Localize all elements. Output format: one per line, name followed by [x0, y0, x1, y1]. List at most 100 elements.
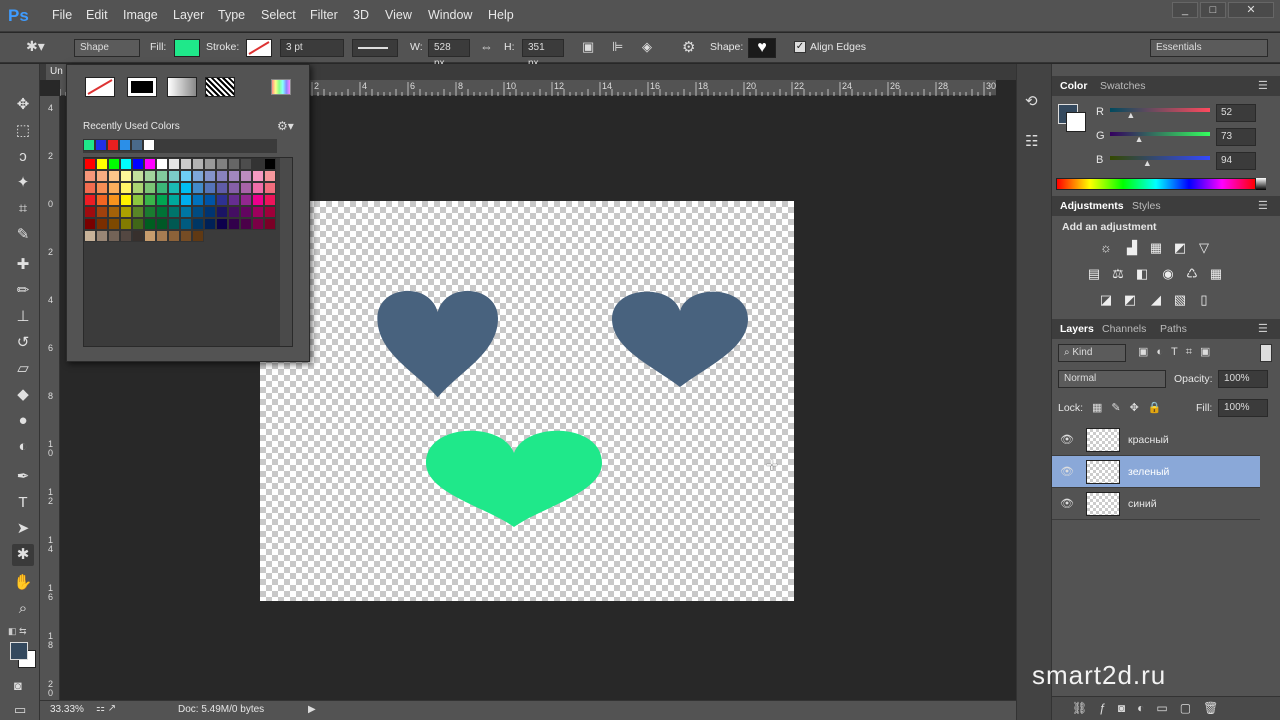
stroke-swatch[interactable]	[246, 39, 272, 57]
swatch-cell[interactable]	[108, 194, 120, 206]
swatch-cell[interactable]	[132, 158, 144, 170]
swatch-cell[interactable]	[108, 182, 120, 194]
width-field[interactable]: 528 px	[428, 39, 470, 69]
gradient-map-icon[interactable]: ▧	[1172, 292, 1188, 308]
move-tool-icon[interactable]: ✥	[12, 94, 34, 116]
swatch-cell[interactable]	[156, 170, 168, 182]
crop-tool-icon[interactable]: ⌗	[12, 198, 34, 220]
layer-filter-kind[interactable]: ⌕ Kind	[1058, 344, 1126, 362]
black-white-icon[interactable]: ◧	[1134, 266, 1150, 282]
vibrance-icon[interactable]: ▽	[1196, 240, 1212, 256]
paint-bucket-tool-icon[interactable]: ◆	[12, 384, 34, 406]
swatch-cell[interactable]	[204, 218, 216, 230]
opacity-field[interactable]: 100%	[1218, 370, 1268, 388]
swatch-cell[interactable]	[216, 182, 228, 194]
panel-menu-icon[interactable]: ☰	[1258, 322, 1268, 335]
swatch-cell[interactable]	[228, 194, 240, 206]
swatch-cell[interactable]	[168, 170, 180, 182]
align-edges-checkbox[interactable]: ✓	[794, 41, 806, 53]
swatch-cell[interactable]	[240, 194, 252, 206]
heart-shape-left[interactable]	[377, 290, 498, 398]
b-value[interactable]: 94	[1216, 152, 1256, 170]
swatch-cell[interactable]	[84, 170, 96, 182]
swatch-cell[interactable]	[204, 206, 216, 218]
color-balance-icon[interactable]: ⚖	[1110, 266, 1126, 282]
swatch-cell[interactable]	[264, 194, 276, 206]
swatch-cell[interactable]	[156, 158, 168, 170]
swatch-cell[interactable]	[156, 182, 168, 194]
levels-icon[interactable]: ▟	[1124, 240, 1140, 256]
swatch-cell[interactable]	[84, 158, 96, 170]
swatch-cell[interactable]	[132, 206, 144, 218]
eye-icon[interactable]: 👁	[1060, 433, 1074, 447]
swatch-cell[interactable]	[228, 218, 240, 230]
swatch-cell[interactable]	[240, 170, 252, 182]
foreground-color-swatch[interactable]	[10, 642, 28, 660]
gradient-button[interactable]	[167, 77, 197, 97]
swatch-cell[interactable]	[180, 182, 192, 194]
blend-mode-select[interactable]: Normal	[1058, 370, 1166, 388]
eye-icon[interactable]: 👁	[1060, 465, 1074, 479]
swatch-cell[interactable]	[108, 170, 120, 182]
swatch-cell[interactable]	[132, 230, 144, 242]
r-value[interactable]: 52	[1216, 104, 1256, 122]
heart-shape-green[interactable]	[426, 430, 602, 527]
r-slider[interactable]	[1110, 108, 1210, 112]
curves-icon[interactable]: ▦	[1148, 240, 1164, 256]
swatch-cell[interactable]	[96, 218, 108, 230]
swatch-cell[interactable]	[192, 194, 204, 206]
minimize-button[interactable]: _	[1172, 2, 1198, 18]
layer-row[interactable]: 👁 синий	[1052, 488, 1260, 520]
swatch-cell[interactable]	[108, 218, 120, 230]
swatch-cell[interactable]	[120, 206, 132, 218]
default-colors-icon[interactable]: ◧ ⇆	[8, 626, 27, 637]
swatch-cell[interactable]	[144, 218, 156, 230]
lock-icons[interactable]: ▦✎✥🔒	[1092, 401, 1171, 414]
swatch-cell[interactable]	[132, 170, 144, 182]
swatch-cell[interactable]	[132, 182, 144, 194]
swatch-cell[interactable]	[240, 158, 252, 170]
swatch-cell[interactable]	[240, 218, 252, 230]
r-slider-thumb[interactable]: ▲	[1126, 110, 1135, 120]
tab-channels[interactable]: Channels	[1102, 323, 1146, 335]
swatch-cell[interactable]	[120, 158, 132, 170]
swatch-cell[interactable]	[120, 170, 132, 182]
swatch-cell[interactable]	[228, 182, 240, 194]
swatch-cell[interactable]	[192, 158, 204, 170]
swatch-cell[interactable]	[216, 158, 228, 170]
swatch-cell[interactable]	[252, 158, 264, 170]
threshold-icon[interactable]: ◢	[1148, 292, 1164, 308]
recent-color-swatch[interactable]	[131, 139, 143, 151]
swatch-cell[interactable]	[144, 194, 156, 206]
swatch-cell[interactable]	[156, 194, 168, 206]
color-bg-swatch[interactable]	[1066, 112, 1086, 132]
swatch-cell[interactable]	[192, 218, 204, 230]
layer-name[interactable]: красный	[1128, 434, 1169, 446]
swatch-cell[interactable]	[96, 170, 108, 182]
swatch-cell[interactable]	[132, 194, 144, 206]
swatch-cell[interactable]	[240, 206, 252, 218]
brightness-icon[interactable]: ☼	[1098, 240, 1114, 256]
recent-color-swatch[interactable]	[119, 139, 131, 151]
swatch-cell[interactable]	[108, 158, 120, 170]
quick-mask-icon[interactable]: ◙	[14, 678, 22, 693]
clone-stamp-tool-icon[interactable]: ⊥	[12, 306, 34, 328]
properties-panel-icon[interactable]: ☷	[1025, 132, 1038, 150]
eraser-tool-icon[interactable]: ▱	[12, 358, 34, 380]
swatch-cell[interactable]	[144, 158, 156, 170]
g-value[interactable]: 73	[1216, 128, 1256, 146]
swatch-cell[interactable]	[144, 206, 156, 218]
swatch-cell[interactable]	[192, 170, 204, 182]
tab-paths[interactable]: Paths	[1160, 323, 1187, 335]
menu-window[interactable]: Window	[428, 8, 472, 22]
recent-color-swatch[interactable]	[95, 139, 107, 151]
fill-swatch[interactable]	[174, 39, 200, 57]
swatch-cell[interactable]	[132, 218, 144, 230]
swatch-cell[interactable]	[168, 158, 180, 170]
blur-tool-icon[interactable]: ●	[12, 410, 34, 432]
swatch-cell[interactable]	[180, 218, 192, 230]
lasso-tool-icon[interactable]: ↄ	[12, 146, 34, 168]
tab-layers[interactable]: Layers	[1060, 323, 1094, 335]
workspace-select[interactable]: Essentials	[1150, 39, 1268, 57]
swatch-scrollbar[interactable]	[280, 158, 292, 346]
